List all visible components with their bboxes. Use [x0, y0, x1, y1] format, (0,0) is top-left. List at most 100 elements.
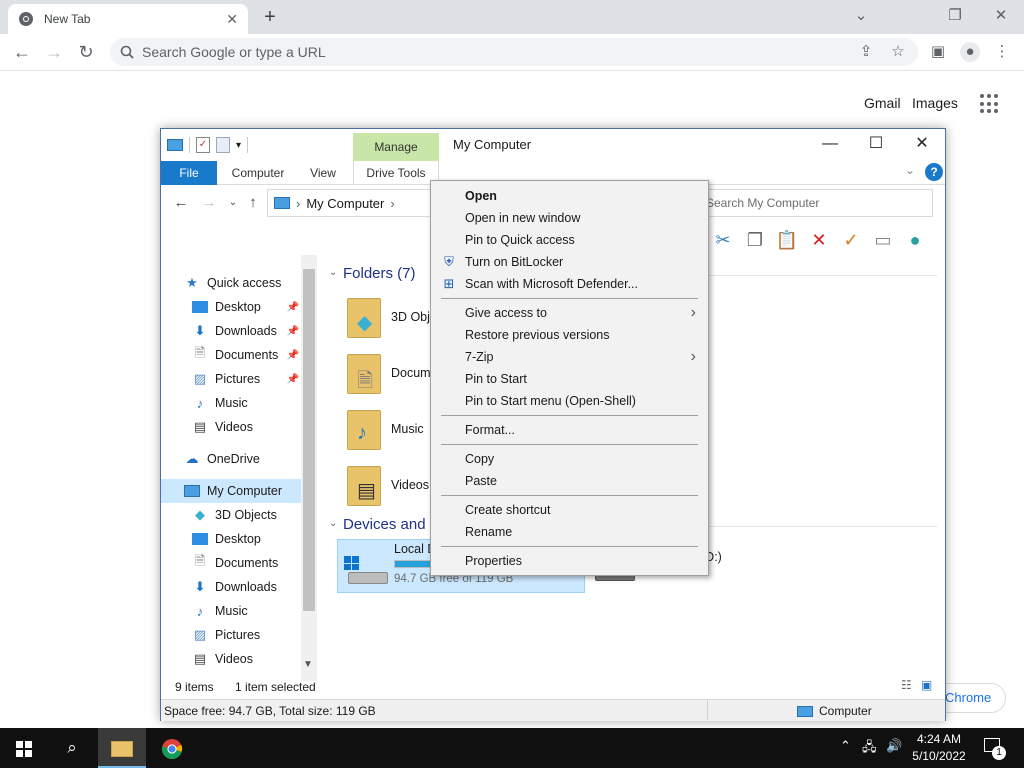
new-tab-button[interactable]: + [258, 6, 282, 30]
rename-icon[interactable]: ▭ [871, 228, 895, 252]
copy-icon[interactable]: ❐ [743, 228, 767, 252]
sidebar-item-downloads[interactable]: ⬇ Downloads 📌 [191, 319, 301, 343]
start-button[interactable] [0, 728, 48, 768]
sidebar-item-videos[interactable]: ▤ Videos [191, 415, 301, 439]
scrollbar-thumb[interactable] [303, 269, 315, 611]
chrome-taskbar-button[interactable] [148, 728, 196, 768]
sidebar-item-documents[interactable]: 🗎 Documents [191, 551, 301, 575]
selection-count: 1 item selected [235, 680, 316, 694]
menu-item-open-new-window[interactable]: Open in new window [431, 207, 708, 229]
help-icon[interactable]: ? [925, 163, 943, 181]
forward-icon[interactable]: → [199, 193, 219, 213]
close-window-icon[interactable]: ✕ [978, 4, 1024, 28]
recent-locations-icon[interactable]: ⌄ [223, 193, 243, 213]
new-folder-icon[interactable] [216, 137, 230, 153]
omnibox[interactable] [110, 38, 918, 66]
sidebar-item-music[interactable]: ♪ Music [191, 391, 301, 415]
sidebar-item-3d-objects[interactable]: ◆ 3D Objects [191, 503, 301, 527]
paste-icon[interactable]: 📋 [775, 228, 799, 252]
restore-icon[interactable]: ❐ [932, 4, 978, 28]
details-view-icon[interactable]: ☷ [901, 678, 912, 692]
breadcrumb[interactable]: My Computer [306, 196, 384, 211]
tab-search-chevron-icon[interactable]: ⌄ [838, 4, 884, 28]
sidebar-item-my-computer[interactable]: My Computer [161, 479, 301, 503]
side-panel-icon[interactable]: ▣ [928, 42, 948, 62]
menu-item-create-shortcut[interactable]: Create shortcut [431, 499, 708, 521]
large-icons-view-icon[interactable]: ▣ [921, 678, 932, 692]
delete-icon[interactable]: ✕ [807, 228, 831, 252]
sidebar-item-label: 3D Objects [215, 508, 277, 522]
sidebar-item-documents[interactable]: 🗎 Documents 📌 [191, 343, 301, 367]
search-icon[interactable]: ⌕ [48, 728, 96, 768]
sidebar-item-onedrive[interactable]: ☁ OneDrive [183, 447, 317, 471]
chrome-menu-icon[interactable]: ⋮ [992, 42, 1012, 62]
menu-item-pin-start-shell[interactable]: Pin to Start menu (Open-Shell) [431, 390, 708, 412]
forward-icon[interactable]: → [42, 40, 66, 64]
google-apps-icon[interactable] [980, 94, 1000, 114]
sidebar-item-pictures[interactable]: ▨ Pictures 📌 [191, 367, 301, 391]
up-icon[interactable]: ↑ [243, 193, 263, 213]
gmail-link[interactable]: Gmail [864, 95, 901, 111]
submenu-arrow-icon: › [690, 348, 696, 365]
bookmark-star-icon[interactable]: ☆ [888, 42, 908, 62]
menu-item-give-access[interactable]: Give access to › [431, 302, 708, 324]
menu-item-rename[interactable]: Rename [431, 521, 708, 543]
network-icon[interactable]: 🖧 [862, 738, 877, 760]
menu-item-pin-quick-access[interactable]: Pin to Quick access [431, 229, 708, 251]
sidebar-item-pictures[interactable]: ▨ Pictures [191, 623, 301, 647]
minimize-icon[interactable]: — [807, 131, 853, 157]
expand-ribbon-icon[interactable]: ⌄ [905, 163, 915, 177]
sidebar-item-quick-access[interactable]: ★ Quick access [183, 271, 317, 295]
volume-icon[interactable]: 🔊 [886, 738, 902, 754]
profile-avatar-icon[interactable]: ● [960, 42, 980, 62]
back-icon[interactable]: ← [10, 40, 34, 64]
show-hidden-icons-icon[interactable]: ⌃ [840, 738, 851, 754]
sidebar-item-music[interactable]: ♪ Music [191, 599, 301, 623]
tab-drive-tools[interactable]: Drive Tools [353, 161, 439, 185]
sidebar-item-videos[interactable]: ▤ Videos [191, 647, 301, 671]
notifications-button[interactable]: 1 [980, 736, 1006, 760]
breadcrumb-separator-icon: › [296, 195, 301, 211]
group-header-folders[interactable]: Folders (7) [343, 265, 416, 282]
sidebar-item-desktop[interactable]: Desktop [191, 527, 301, 551]
omnibox-input[interactable] [142, 44, 842, 60]
menu-item-bitlocker[interactable]: ⛨ Turn on BitLocker [431, 251, 708, 273]
menu-item-copy[interactable]: Copy [431, 448, 708, 470]
tab-new-tab[interactable]: New Tab ✕ [8, 4, 248, 34]
system-clock[interactable]: 4:24 AM 5/10/2022 [906, 731, 972, 765]
tab-manage[interactable]: Manage [353, 133, 439, 161]
menu-separator [441, 444, 698, 445]
back-icon[interactable]: ← [171, 193, 191, 213]
sidebar-item-desktop[interactable]: Desktop 📌 [191, 295, 301, 319]
menu-item-7zip[interactable]: 7-Zip › [431, 346, 708, 368]
checkmark-icon[interactable]: ✓ [839, 228, 863, 252]
properties-icon[interactable]: ✓ [196, 137, 210, 153]
videos-icon: ▤ [193, 651, 207, 666]
cut-icon[interactable]: ✂ [711, 228, 735, 252]
scroll-down-icon[interactable]: ▼ [303, 659, 313, 670]
tab-computer[interactable]: Computer [223, 161, 293, 185]
search-box[interactable]: Search My Computer [699, 189, 933, 217]
menu-item-format[interactable]: Format... [431, 419, 708, 441]
menu-item-properties[interactable]: Properties [431, 550, 708, 572]
collapse-chevron-icon[interactable]: ⌄ [329, 518, 337, 529]
sidebar-item-downloads[interactable]: ⬇ Downloads [191, 575, 301, 599]
collapse-chevron-icon[interactable]: ⌄ [329, 267, 337, 278]
tab-view[interactable]: View [303, 161, 343, 185]
menu-item-paste[interactable]: Paste [431, 470, 708, 492]
customize-qat-icon[interactable]: ▾ [236, 140, 241, 151]
reload-icon[interactable]: ↻ [74, 40, 98, 64]
close-tab-icon[interactable]: ✕ [226, 11, 238, 28]
menu-item-pin-start[interactable]: Pin to Start [431, 368, 708, 390]
close-icon[interactable]: ✕ [899, 131, 945, 157]
file-explorer-taskbar-button[interactable] [98, 728, 146, 768]
menu-item-defender[interactable]: ⊞ Scan with Microsoft Defender... [431, 273, 708, 295]
address-bar[interactable]: › My Computer › [267, 189, 435, 217]
images-link[interactable]: Images [912, 95, 958, 111]
shell-icon[interactable]: ● [903, 228, 927, 252]
maximize-icon[interactable]: ☐ [853, 131, 899, 157]
menu-item-open[interactable]: Open [431, 185, 708, 207]
tab-file[interactable]: File [161, 161, 217, 185]
menu-item-restore-versions[interactable]: Restore previous versions [431, 324, 708, 346]
share-icon[interactable]: ⇪ [856, 42, 876, 62]
